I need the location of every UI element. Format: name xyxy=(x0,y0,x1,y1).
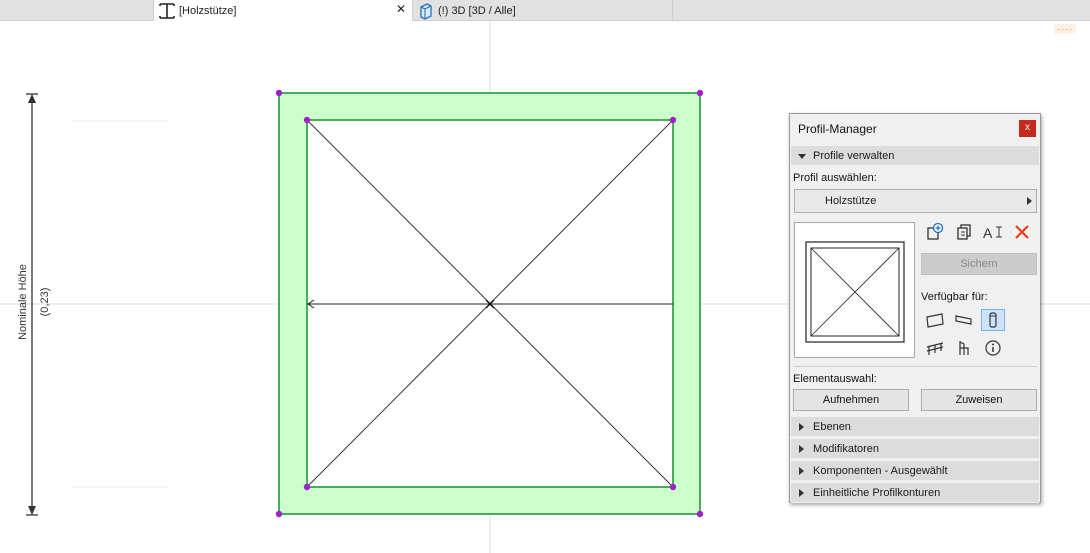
delete-icon[interactable] xyxy=(1010,221,1034,243)
chevron-down-icon xyxy=(798,154,806,159)
section-profile-verwalten[interactable]: Profile verwalten xyxy=(791,146,1039,166)
selected-profile: Holzstütze xyxy=(825,195,877,207)
chevron-right-icon xyxy=(1027,197,1032,205)
element-selection-label: Elementauswahl: xyxy=(793,373,877,385)
tab-holzstuetze[interactable]: [Holzstütze] ✕ xyxy=(153,0,413,21)
tab-label: (!) 3D [3D / Alle] xyxy=(438,4,516,17)
profile-thumbnail xyxy=(805,241,905,343)
tab-label: [Holzstütze] xyxy=(179,4,237,17)
dimension-label: Nominale Höhe xyxy=(17,264,29,340)
section-modifikatoren[interactable]: Modifikatoren xyxy=(791,439,1039,459)
profile-select-dropdown[interactable]: Holzstütze xyxy=(794,189,1037,213)
rename-icon[interactable]: A xyxy=(981,221,1005,243)
chair-object-icon[interactable] xyxy=(952,337,976,359)
window-tab-bar: [Holzstütze] ✕ (!) 3D [3D / Alle] xyxy=(0,0,1090,21)
assign-button[interactable]: Zuweisen xyxy=(921,389,1037,411)
profile-preview xyxy=(794,222,915,358)
select-profile-label: Profil auswählen: xyxy=(793,172,877,184)
new-profile-icon[interactable] xyxy=(923,221,947,243)
railing-icon[interactable] xyxy=(923,337,947,359)
duplicate-profile-icon[interactable] xyxy=(952,221,976,243)
wall-icon[interactable] xyxy=(923,309,947,331)
chevron-right-icon xyxy=(799,489,804,497)
palette-title: Profil-Manager xyxy=(798,122,877,136)
chevron-right-icon xyxy=(799,445,804,453)
chevron-right-icon xyxy=(799,467,804,475)
column-icon[interactable] xyxy=(981,309,1005,331)
svg-text:A: A xyxy=(983,225,993,241)
section-einheitliche-profilkonturen[interactable]: Einheitliche Profilkonturen xyxy=(791,483,1039,503)
section-ebenen[interactable]: Ebenen xyxy=(791,417,1039,437)
close-tab-icon[interactable]: ✕ xyxy=(396,2,406,16)
chevron-right-icon xyxy=(799,423,804,431)
tab-3d[interactable]: (!) 3D [3D / Alle] xyxy=(413,0,673,21)
profile-manager-palette: Profil-Manager x Profile verwalten Profi… xyxy=(789,113,1041,503)
column-profile-icon xyxy=(159,2,175,19)
close-palette-button[interactable]: x xyxy=(1019,120,1036,137)
section-komponenten[interactable]: Komponenten - Ausgewählt xyxy=(791,461,1039,481)
save-button[interactable]: Sichern xyxy=(921,253,1037,275)
pick-button[interactable]: Aufnehmen xyxy=(793,389,909,411)
3d-window-icon xyxy=(420,2,432,20)
available-for-label: Verfügbar für: xyxy=(921,291,988,303)
dimension-value: (0,23) xyxy=(39,287,51,317)
info-icon[interactable] xyxy=(981,337,1005,359)
beam-icon[interactable] xyxy=(952,309,976,331)
divider xyxy=(794,366,1037,367)
